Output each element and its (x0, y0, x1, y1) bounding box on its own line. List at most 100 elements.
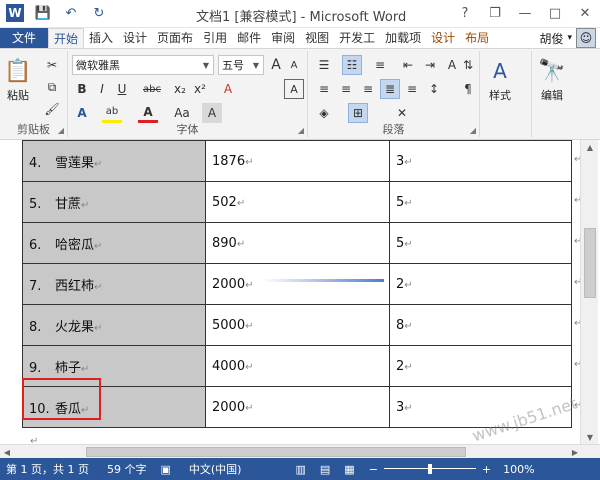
dialog-launcher-icon[interactable]: ◢ (470, 126, 476, 135)
tab-review[interactable]: 审阅 (266, 28, 300, 48)
vertical-scroll-thumb[interactable] (584, 228, 596, 298)
user-account[interactable]: 胡俊 ▾ ☺ (539, 28, 600, 48)
save-icon[interactable]: 💾 (34, 4, 52, 22)
format-painter-icon[interactable]: 🖌 (42, 99, 62, 119)
value-cell[interactable]: 5000↵ (205, 304, 390, 346)
tab-developer[interactable]: 开发工 (334, 28, 380, 48)
multilevel-list-icon[interactable]: ≡ (370, 55, 390, 75)
asian-typography-icon[interactable]: ✕ (392, 103, 412, 123)
value-cell[interactable]: 2000↵ (205, 263, 390, 305)
bullets-icon[interactable]: ☰ (314, 55, 334, 75)
justify-icon[interactable]: ≣ (380, 79, 400, 99)
value-cell[interactable]: 1876↵ (205, 140, 390, 182)
superscript-button[interactable]: x² (190, 79, 210, 99)
align-right-icon[interactable]: ≡ (358, 79, 378, 99)
dialog-launcher-icon[interactable]: ◢ (58, 126, 64, 135)
fruit-cell[interactable]: 7. 西红柿↵ (22, 263, 206, 305)
value-cell[interactable]: 5↵ (389, 222, 572, 264)
scroll-left-icon[interactable]: ◀ (0, 445, 14, 459)
highlight-button[interactable]: ab (102, 103, 122, 123)
tab-home[interactable]: 开始 (48, 28, 85, 48)
shading-icon[interactable]: ◈ (314, 103, 334, 123)
show-marks-icon[interactable]: ¶ (458, 79, 478, 99)
help-button[interactable]: ? (450, 0, 480, 26)
underline-button[interactable]: U (112, 79, 132, 99)
font-size-select[interactable]: 五号 ▼ (218, 55, 264, 75)
distributed-icon[interactable]: ≡ (402, 79, 422, 99)
page-count[interactable]: 第 1 页，共 1 页 (6, 461, 89, 477)
char-shading-icon[interactable]: A (202, 103, 222, 123)
editing-button[interactable]: 🔭 编辑 (538, 55, 566, 103)
word-count[interactable]: 59 个字 (107, 461, 147, 477)
value-cell[interactable]: 4000↵ (205, 345, 390, 387)
tab-mailings[interactable]: 邮件 (232, 28, 266, 48)
borders-icon[interactable]: ⊞ (348, 103, 368, 123)
sort-icon[interactable]: ⇅ (458, 55, 478, 75)
language[interactable]: 中文(中国) (189, 461, 242, 477)
tab-addins[interactable]: 加载项 (380, 28, 426, 48)
copy-icon[interactable]: ⧉ (42, 77, 62, 97)
increase-indent-icon[interactable]: ⇥ (420, 55, 440, 75)
fruit-cell[interactable]: 4. 雪莲果↵ (22, 140, 206, 182)
zoom-slider-thumb[interactable] (427, 464, 432, 474)
word-logo-icon[interactable]: W (6, 4, 24, 22)
italic-button[interactable]: I (92, 79, 112, 99)
value-cell[interactable]: 890↵ (205, 222, 390, 264)
undo-icon[interactable]: ↶ (62, 4, 80, 22)
fruit-cell[interactable]: 8. 火龙果↵ (22, 304, 206, 346)
grow-font-icon[interactable]: A (266, 55, 286, 75)
value-cell[interactable]: 5↵ (389, 181, 572, 223)
value-cell[interactable]: 2↵ (389, 263, 572, 305)
value-cell[interactable]: 2↵ (389, 345, 572, 387)
ribbon-display-button[interactable]: ❐ (480, 0, 510, 26)
zoom-level[interactable]: 100% (503, 463, 534, 476)
dialog-launcher-icon[interactable]: ◢ (298, 126, 304, 135)
line-spacing-icon[interactable]: ↕ (424, 79, 444, 99)
scroll-down-icon[interactable]: ▼ (581, 430, 599, 444)
print-layout-icon[interactable]: ▤ (320, 463, 330, 476)
change-case-button[interactable]: Aa (170, 103, 194, 123)
tab-file[interactable]: 文件 (0, 28, 48, 48)
strikethrough-button[interactable]: abc (138, 79, 166, 99)
zoom-slider[interactable] (383, 464, 476, 474)
scroll-right-icon[interactable]: ▶ (568, 445, 582, 459)
tab-table-layout[interactable]: 布局 (460, 28, 494, 48)
tab-page-layout[interactable]: 页面布 (152, 28, 198, 48)
clear-format-icon[interactable]: A (218, 79, 238, 99)
paste-button[interactable]: 📋 粘贴 (4, 55, 32, 103)
read-mode-icon[interactable]: ▥ (295, 463, 305, 476)
value-cell[interactable]: 502↵ (205, 181, 390, 223)
enclose-char-icon[interactable]: A (284, 79, 304, 99)
value-cell[interactable]: 3↵ (389, 140, 572, 182)
tab-design[interactable]: 设计 (118, 28, 152, 48)
decrease-indent-icon[interactable]: ⇤ (398, 55, 418, 75)
numbering-icon[interactable]: ☷ (342, 55, 362, 75)
scroll-up-icon[interactable]: ▲ (581, 140, 599, 154)
tab-insert[interactable]: 插入 (84, 28, 118, 48)
value-cell[interactable]: 8↵ (389, 304, 572, 346)
document-area[interactable]: 4. 雪莲果↵ 1876↵ 3↵ 5. 甘蔗↵ 502↵ 5↵ 6. 哈密瓜↵ 890↵ 5↵ 7. 西红… (0, 140, 600, 444)
zoom-in-button[interactable]: + (482, 463, 491, 476)
horizontal-scrollbar[interactable]: ◀ ▶ (0, 444, 600, 458)
styles-button[interactable]: A 样式 (486, 55, 514, 103)
font-color-button[interactable]: A (138, 103, 158, 123)
subscript-button[interactable]: x₂ (170, 79, 190, 99)
bold-button[interactable]: B (72, 79, 92, 99)
fruit-cell[interactable]: 6. 哈密瓜↵ (22, 222, 206, 264)
tab-references[interactable]: 引用 (198, 28, 232, 48)
align-left-icon[interactable]: ≡ (314, 79, 334, 99)
text-effects-icon[interactable]: A (72, 103, 92, 123)
zoom-out-button[interactable]: − (369, 463, 378, 476)
tab-view[interactable]: 视图 (300, 28, 334, 48)
shrink-font-icon[interactable]: A (284, 55, 304, 75)
redo-icon[interactable]: ↻ (90, 4, 108, 22)
horizontal-scroll-thumb[interactable] (86, 447, 466, 457)
maximize-button[interactable]: □ (540, 0, 570, 26)
value-cell[interactable]: 2000↵ (205, 386, 390, 428)
tab-table-design[interactable]: 设计 (426, 28, 460, 48)
align-center-icon[interactable]: ≡ (336, 79, 356, 99)
minimize-button[interactable]: — (510, 0, 540, 26)
cut-icon[interactable]: ✂ (42, 55, 62, 75)
close-button[interactable]: ✕ (570, 0, 600, 26)
web-layout-icon[interactable]: ▦ (344, 463, 354, 476)
